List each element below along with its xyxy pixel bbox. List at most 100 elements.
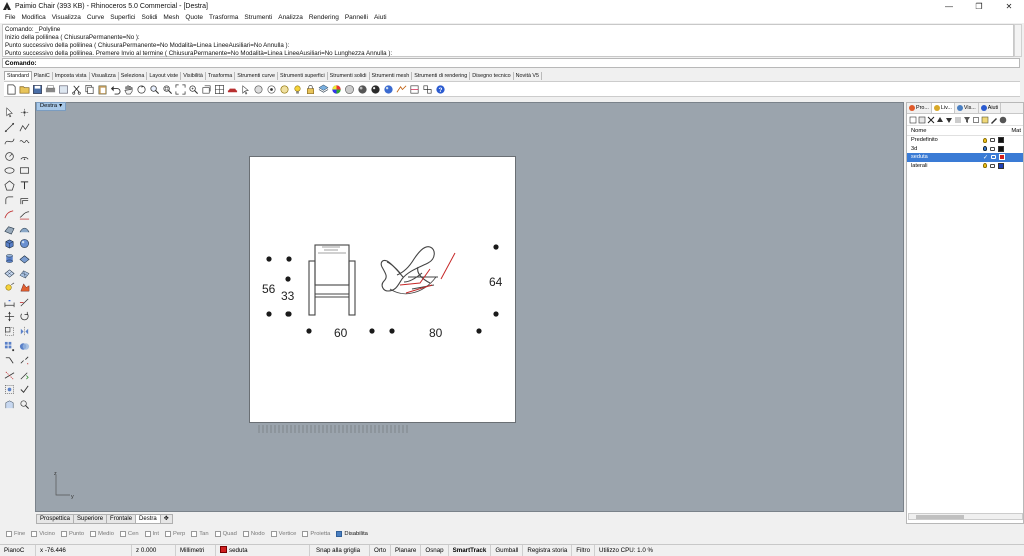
sphere-icon[interactable] bbox=[18, 237, 31, 250]
boolean-icon[interactable] bbox=[18, 340, 31, 353]
loft-icon[interactable] bbox=[18, 223, 31, 236]
group-icon[interactable] bbox=[3, 383, 16, 396]
new-file-icon[interactable] bbox=[6, 84, 17, 95]
tab-frontale[interactable]: Frontale bbox=[107, 513, 137, 524]
polygon-icon[interactable] bbox=[3, 179, 16, 192]
tab-properties[interactable]: Pro... bbox=[907, 103, 932, 113]
tab-seleziona[interactable]: Seleziona bbox=[119, 72, 148, 80]
undo-view-icon[interactable] bbox=[201, 84, 212, 95]
menu-analizza[interactable]: Analizza bbox=[275, 14, 306, 21]
tab-strumenti-mesh[interactable]: Strumenti mesh bbox=[370, 72, 413, 80]
osnap-medio[interactable]: Medio bbox=[90, 530, 114, 537]
osnap-perp[interactable]: Perp bbox=[165, 530, 185, 537]
column-name[interactable]: Nome bbox=[911, 128, 926, 134]
circle-icon[interactable] bbox=[3, 150, 16, 163]
status-layer[interactable]: seduta bbox=[216, 544, 310, 556]
restore-button[interactable]: ❐ bbox=[964, 0, 994, 12]
move-icon[interactable] bbox=[3, 310, 16, 323]
layer-row-selected[interactable]: seduta ✓ bbox=[907, 153, 1023, 162]
menu-visualizza[interactable]: Visualizza bbox=[49, 14, 84, 21]
checkbox[interactable] bbox=[270, 530, 277, 537]
lock-icon[interactable] bbox=[990, 138, 995, 143]
curvature-icon[interactable] bbox=[18, 398, 31, 411]
render-settings-icon[interactable] bbox=[18, 281, 31, 294]
mesh-edit-icon[interactable] bbox=[18, 267, 31, 280]
smarttrack-toggle[interactable]: SmartTrack bbox=[449, 544, 492, 556]
move-down-icon[interactable] bbox=[945, 116, 953, 124]
tab-trasforma[interactable]: Trasforma bbox=[206, 72, 236, 80]
minimize-button[interactable]: — bbox=[934, 0, 964, 12]
tab-strumenti-rendering[interactable]: Strumenti di rendering bbox=[412, 72, 471, 80]
menu-strumenti[interactable]: Strumenti bbox=[241, 14, 275, 21]
checkbox[interactable] bbox=[31, 530, 38, 537]
osnap-cen[interactable]: Cen bbox=[119, 530, 139, 537]
lock-icon[interactable] bbox=[305, 84, 316, 95]
osnap-vicino[interactable]: Vicino bbox=[31, 530, 55, 537]
panel-scrollbar[interactable] bbox=[908, 513, 1023, 520]
lock-icon[interactable] bbox=[990, 163, 995, 168]
undo-icon[interactable] bbox=[110, 84, 121, 95]
tab-layout-viste[interactable]: Layout viste bbox=[147, 72, 182, 80]
light-icon[interactable] bbox=[3, 281, 16, 294]
blend-icon[interactable] bbox=[18, 208, 31, 221]
tab-pianic[interactable]: PlaniC bbox=[32, 72, 53, 80]
tab-strumenti-superfici[interactable]: Strumenti superfici bbox=[278, 72, 328, 80]
new-layer-icon[interactable] bbox=[909, 116, 917, 124]
viewport-menu-chevron-icon[interactable]: ▾ bbox=[59, 103, 62, 110]
cylinder-icon[interactable] bbox=[3, 252, 16, 265]
zoom-selected-icon[interactable] bbox=[188, 84, 199, 95]
layer-row[interactable]: 3d bbox=[907, 145, 1023, 154]
layer-tools-icon[interactable] bbox=[981, 116, 989, 124]
layer-color-swatch[interactable] bbox=[998, 162, 1004, 169]
pan-hand-icon[interactable] bbox=[123, 84, 134, 95]
osnap-tan[interactable]: Tan bbox=[191, 530, 209, 537]
menu-quote[interactable]: Quote bbox=[182, 14, 206, 21]
osnap-vertice[interactable]: Vertice bbox=[270, 530, 296, 537]
layers-icon[interactable] bbox=[318, 84, 329, 95]
lock-icon[interactable] bbox=[990, 146, 995, 151]
checkbox[interactable] bbox=[336, 530, 343, 537]
surface-icon[interactable] bbox=[3, 223, 16, 236]
osnap-int[interactable]: Int bbox=[144, 530, 159, 537]
line-icon[interactable] bbox=[3, 121, 16, 134]
layer-state-icon[interactable] bbox=[972, 116, 980, 124]
save-icon[interactable] bbox=[32, 84, 43, 95]
text-icon[interactable] bbox=[18, 179, 31, 192]
tab-visualizza[interactable]: Visualizza bbox=[90, 72, 119, 80]
lightbulb-icon[interactable] bbox=[983, 137, 987, 143]
layer-color-swatch[interactable] bbox=[999, 154, 1006, 161]
layer-color-swatch[interactable] bbox=[998, 137, 1004, 144]
menu-aiuti[interactable]: Aiuti bbox=[371, 14, 390, 21]
tab-display[interactable]: Vis... bbox=[955, 103, 979, 113]
tab-layers[interactable]: Liv... bbox=[931, 103, 955, 113]
mirror-icon[interactable] bbox=[18, 325, 31, 338]
leader-icon[interactable] bbox=[18, 296, 31, 309]
new-sublayer-icon[interactable] bbox=[918, 116, 926, 124]
tab-superiore[interactable]: Superiore bbox=[74, 513, 108, 524]
osnap-fine[interactable]: Fine bbox=[6, 530, 25, 537]
polyline-icon[interactable] bbox=[18, 121, 31, 134]
checkbox[interactable] bbox=[90, 530, 97, 537]
paimio-chair-drawing[interactable]: 56 33 60 80 64 bbox=[250, 157, 517, 424]
checkbox[interactable] bbox=[6, 530, 12, 537]
analyze-icon[interactable] bbox=[409, 84, 420, 95]
viewport-title-tab[interactable]: Destra ▾ bbox=[36, 102, 66, 111]
shaded-sphere-icon[interactable] bbox=[357, 84, 368, 95]
close-button[interactable]: ✕ bbox=[994, 0, 1024, 12]
record-history-toggle[interactable]: Registra storia bbox=[523, 544, 573, 556]
tab-destra[interactable]: Destra bbox=[136, 513, 161, 524]
import-icon[interactable] bbox=[58, 84, 69, 95]
freeform-icon[interactable] bbox=[18, 135, 31, 148]
menu-curve[interactable]: Curve bbox=[84, 14, 107, 21]
osnap-nodo[interactable]: Nodo bbox=[242, 530, 265, 537]
ellipse-icon[interactable] bbox=[3, 164, 16, 177]
dimension-icon[interactable] bbox=[396, 84, 407, 95]
checkbox[interactable] bbox=[302, 530, 309, 537]
menu-mesh[interactable]: Mesh bbox=[160, 14, 182, 21]
layer-row[interactable]: Predefinito bbox=[907, 136, 1023, 145]
osnap-disabilita[interactable]: Disabilita bbox=[336, 530, 368, 537]
properties-icon[interactable] bbox=[279, 84, 290, 95]
layer-color-swatch[interactable] bbox=[998, 145, 1004, 152]
command-input[interactable] bbox=[39, 59, 1019, 67]
select-all-icon[interactable] bbox=[253, 84, 264, 95]
